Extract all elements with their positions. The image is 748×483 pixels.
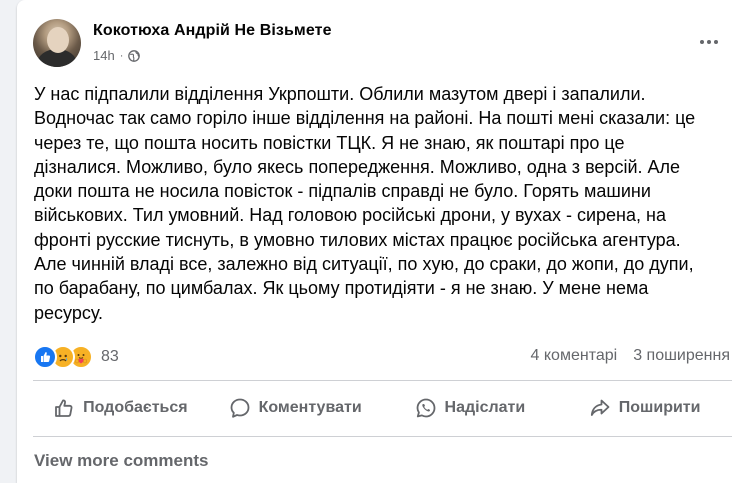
engagement-counts: 4 коментарі 3 поширення: [531, 347, 730, 365]
whatsapp-icon: [416, 398, 435, 418]
shares-count-link[interactable]: 3 поширення: [633, 347, 730, 365]
send-label: Надіслати: [444, 399, 526, 416]
share-label: Поширити: [618, 399, 701, 416]
share-button[interactable]: Поширити: [557, 384, 732, 432]
like-label: Подобається: [83, 399, 188, 416]
comment-button[interactable]: Коментувати: [208, 384, 383, 432]
post-text: У нас підпалили відділення Укрпошти. Обл…: [34, 84, 696, 323]
more-dot-icon: [714, 40, 718, 44]
divider: [33, 436, 732, 437]
action-bar: Подобається Коментувати Надіслати Пошири…: [33, 384, 732, 432]
like-icon: [33, 345, 57, 369]
comments-count-link[interactable]: 4 коментарі: [531, 347, 618, 365]
author-avatar[interactable]: [33, 19, 81, 67]
comment-label: Коментувати: [258, 399, 362, 416]
share-icon: [590, 399, 610, 416]
like-button[interactable]: Подобається: [33, 384, 208, 432]
view-more-comments-link[interactable]: View more comments: [34, 451, 208, 471]
send-button[interactable]: Надіслати: [383, 384, 558, 432]
more-dot-icon: [700, 40, 704, 44]
post-header: Кокотюха Андрій Не Візьмете 14h ·: [17, 0, 748, 80]
reactions-summary[interactable]: 83: [33, 344, 119, 370]
more-dot-icon: [707, 40, 711, 44]
globe-icon[interactable]: [128, 49, 141, 62]
post-card: Кокотюха Андрій Не Візьмете 14h · У нас …: [17, 0, 748, 483]
thumbs-up-icon: [55, 399, 73, 417]
more-options-button[interactable]: [696, 32, 722, 52]
post-meta: 14h ·: [93, 48, 141, 63]
author-name[interactable]: Кокотюха Андрій Не Візьмете: [93, 22, 332, 40]
meta-separator: ·: [119, 49, 124, 62]
divider: [33, 380, 732, 381]
post-time[interactable]: 14h: [93, 48, 115, 63]
avatar-face-shape: [47, 27, 69, 53]
reaction-count: 83: [101, 348, 119, 365]
comment-icon: [230, 398, 249, 418]
